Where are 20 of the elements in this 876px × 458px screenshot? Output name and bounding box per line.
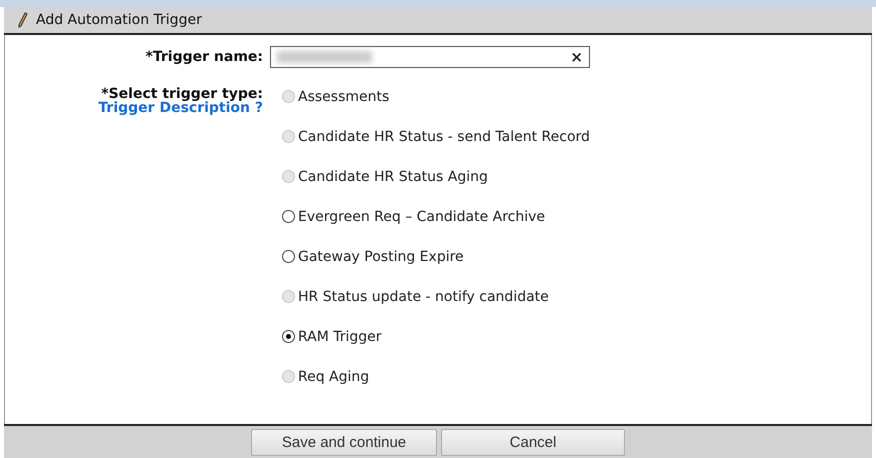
window-title: Add Automation Trigger	[36, 12, 202, 28]
field-label: *Select trigger type:	[101, 86, 263, 102]
option-label: Candidate HR Status Aging	[298, 168, 488, 184]
field-label: *Trigger name:	[146, 49, 263, 65]
clear-icon[interactable]: ×	[570, 48, 583, 66]
dialog-button[interactable]: Cancel	[441, 429, 625, 456]
dialog-button[interactable]: Save and continue	[251, 429, 437, 456]
help-link[interactable]: Trigger Description ?	[98, 102, 263, 115]
option-label: HR Status update - notify candidate	[298, 288, 549, 304]
option-label: Candidate HR Status - send Talent Record	[298, 128, 590, 144]
option-label: Gateway Posting Expire	[298, 248, 464, 264]
pencil-icon	[18, 12, 28, 28]
option-label: Req Aging	[298, 368, 370, 384]
radio-button[interactable]	[282, 210, 295, 223]
option-label: RAM Trigger	[298, 328, 382, 344]
input-field[interactable]: ×	[270, 46, 590, 68]
option-label: Evergreen Req – Candidate Archive	[298, 208, 546, 224]
radio-button[interactable]	[282, 330, 295, 343]
option-label: Assessments	[298, 88, 390, 104]
radio-button[interactable]	[282, 250, 295, 263]
